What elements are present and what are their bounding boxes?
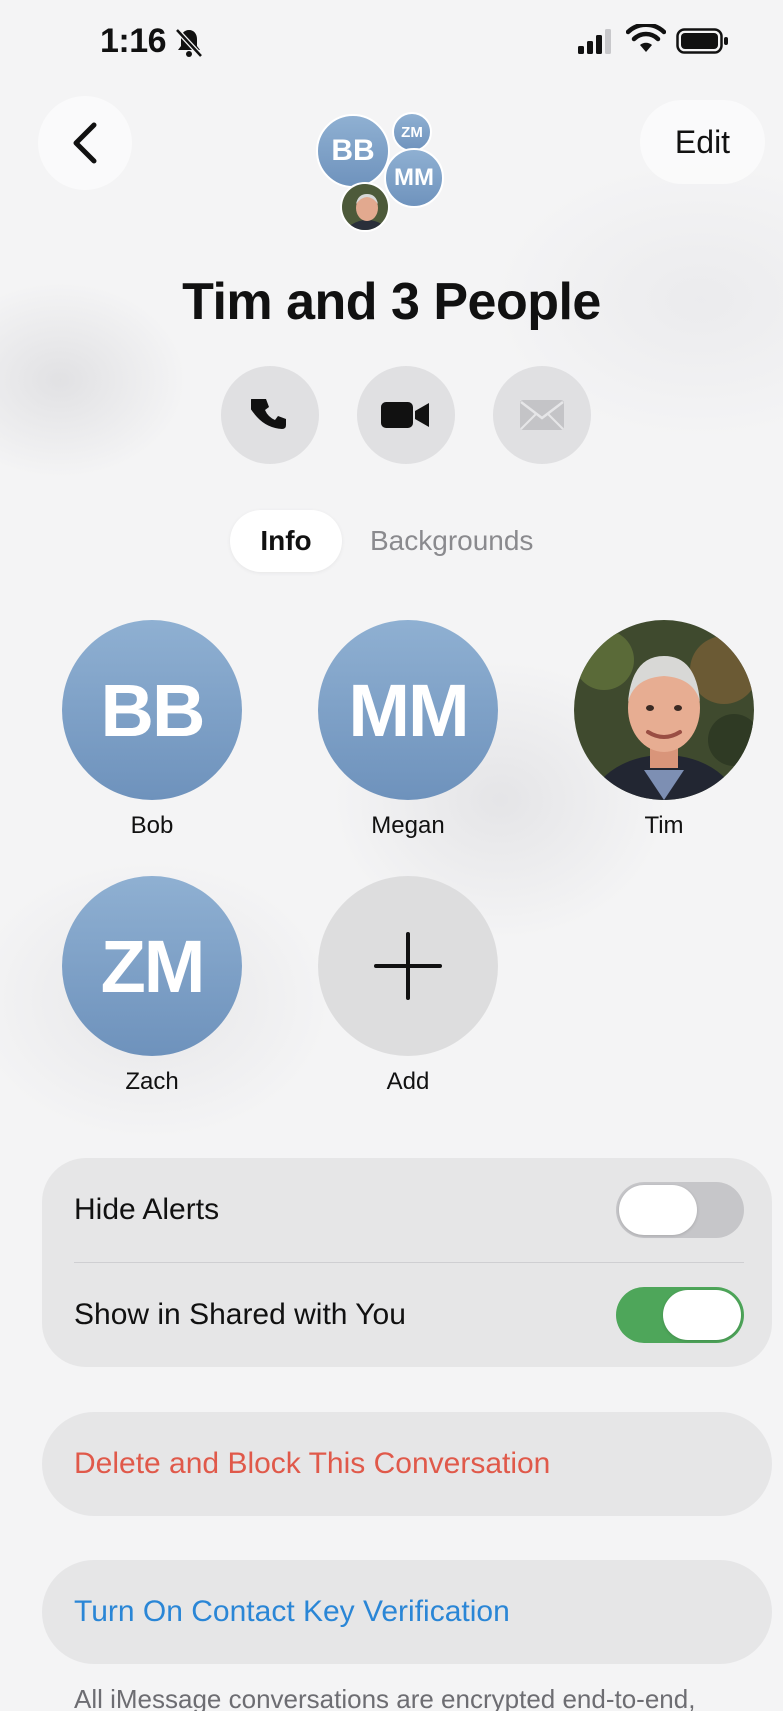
contact-key-verification-label: Turn On Contact Key Verification xyxy=(74,1595,510,1628)
member-name: Zach xyxy=(125,1068,179,1095)
member-bob[interactable]: BB Bob xyxy=(62,620,242,840)
call-button[interactable] xyxy=(221,366,319,464)
avatar-initials: ZM xyxy=(100,924,206,1008)
hide-alerts-toggle[interactable] xyxy=(616,1182,744,1238)
status-time: 1:16 xyxy=(100,22,167,60)
avatar: ZM xyxy=(62,876,242,1056)
shared-with-you-label: Show in Shared with You xyxy=(74,1298,406,1331)
shared-with-you-row[interactable]: Show in Shared with You xyxy=(42,1263,772,1367)
shared-with-you-toggle[interactable] xyxy=(616,1287,744,1343)
conversation-title: Tim and 3 People xyxy=(182,273,601,331)
header-avatar-bb: BB xyxy=(316,114,390,188)
member-tim[interactable]: Tim xyxy=(574,620,754,840)
encryption-footnote: All iMessage conversations are encrypted… xyxy=(74,1684,696,1711)
battery-icon xyxy=(676,28,728,54)
tab-backgrounds[interactable]: Backgrounds xyxy=(370,525,533,557)
add-member-button[interactable]: Add xyxy=(318,876,498,1096)
header-avatar-initials: BB xyxy=(331,134,375,167)
member-name: Bob xyxy=(130,812,174,839)
delete-block-button[interactable]: Delete and Block This Conversation xyxy=(42,1412,772,1516)
settings-card: Hide Alerts Show in Shared with You xyxy=(42,1158,772,1367)
video-call-button[interactable] xyxy=(357,366,455,464)
member-zach[interactable]: ZM Zach xyxy=(62,876,242,1096)
toggle-knob xyxy=(619,1185,697,1235)
wifi-icon xyxy=(626,24,666,52)
hide-alerts-label: Hide Alerts xyxy=(74,1193,220,1226)
avatar: MM xyxy=(318,620,498,800)
header-avatar-tim-photo xyxy=(340,182,390,232)
avatar: BB xyxy=(62,620,242,800)
member-megan[interactable]: MM Megan xyxy=(318,620,498,840)
add-circle xyxy=(318,876,498,1056)
avatar-photo xyxy=(574,620,754,800)
info-backgrounds-segmented-control: Info Backgrounds xyxy=(230,510,560,572)
header-avatar-initials: MM xyxy=(394,164,434,191)
bell-slash-icon xyxy=(175,28,203,58)
tab-info[interactable]: Info xyxy=(230,510,342,572)
add-label: Add xyxy=(386,1068,430,1095)
toggle-knob xyxy=(663,1290,741,1340)
signal-icon xyxy=(578,29,611,54)
header-avatar-mm: MM xyxy=(384,148,444,208)
back-button[interactable] xyxy=(38,96,132,190)
contact-key-verification-button[interactable]: Turn On Contact Key Verification xyxy=(42,1560,772,1664)
chevron-left-icon xyxy=(73,122,97,164)
delete-block-label: Delete and Block This Conversation xyxy=(74,1447,551,1480)
header-avatar-zm: ZM xyxy=(392,112,432,152)
member-name: Tim xyxy=(644,812,684,839)
plus-icon xyxy=(374,932,442,1000)
mail-icon xyxy=(520,400,564,430)
avatar-initials: BB xyxy=(100,668,206,752)
mail-button[interactable] xyxy=(493,366,591,464)
member-name: Megan xyxy=(371,812,445,839)
hide-alerts-row[interactable]: Hide Alerts xyxy=(42,1158,772,1262)
avatar-initials: MM xyxy=(348,668,469,752)
header-avatar-cluster[interactable]: BB ZM MM xyxy=(312,108,452,234)
edit-button[interactable]: Edit xyxy=(640,100,765,184)
header-avatar-initials: ZM xyxy=(401,123,423,141)
video-icon xyxy=(381,402,429,428)
phone-icon xyxy=(251,399,286,429)
